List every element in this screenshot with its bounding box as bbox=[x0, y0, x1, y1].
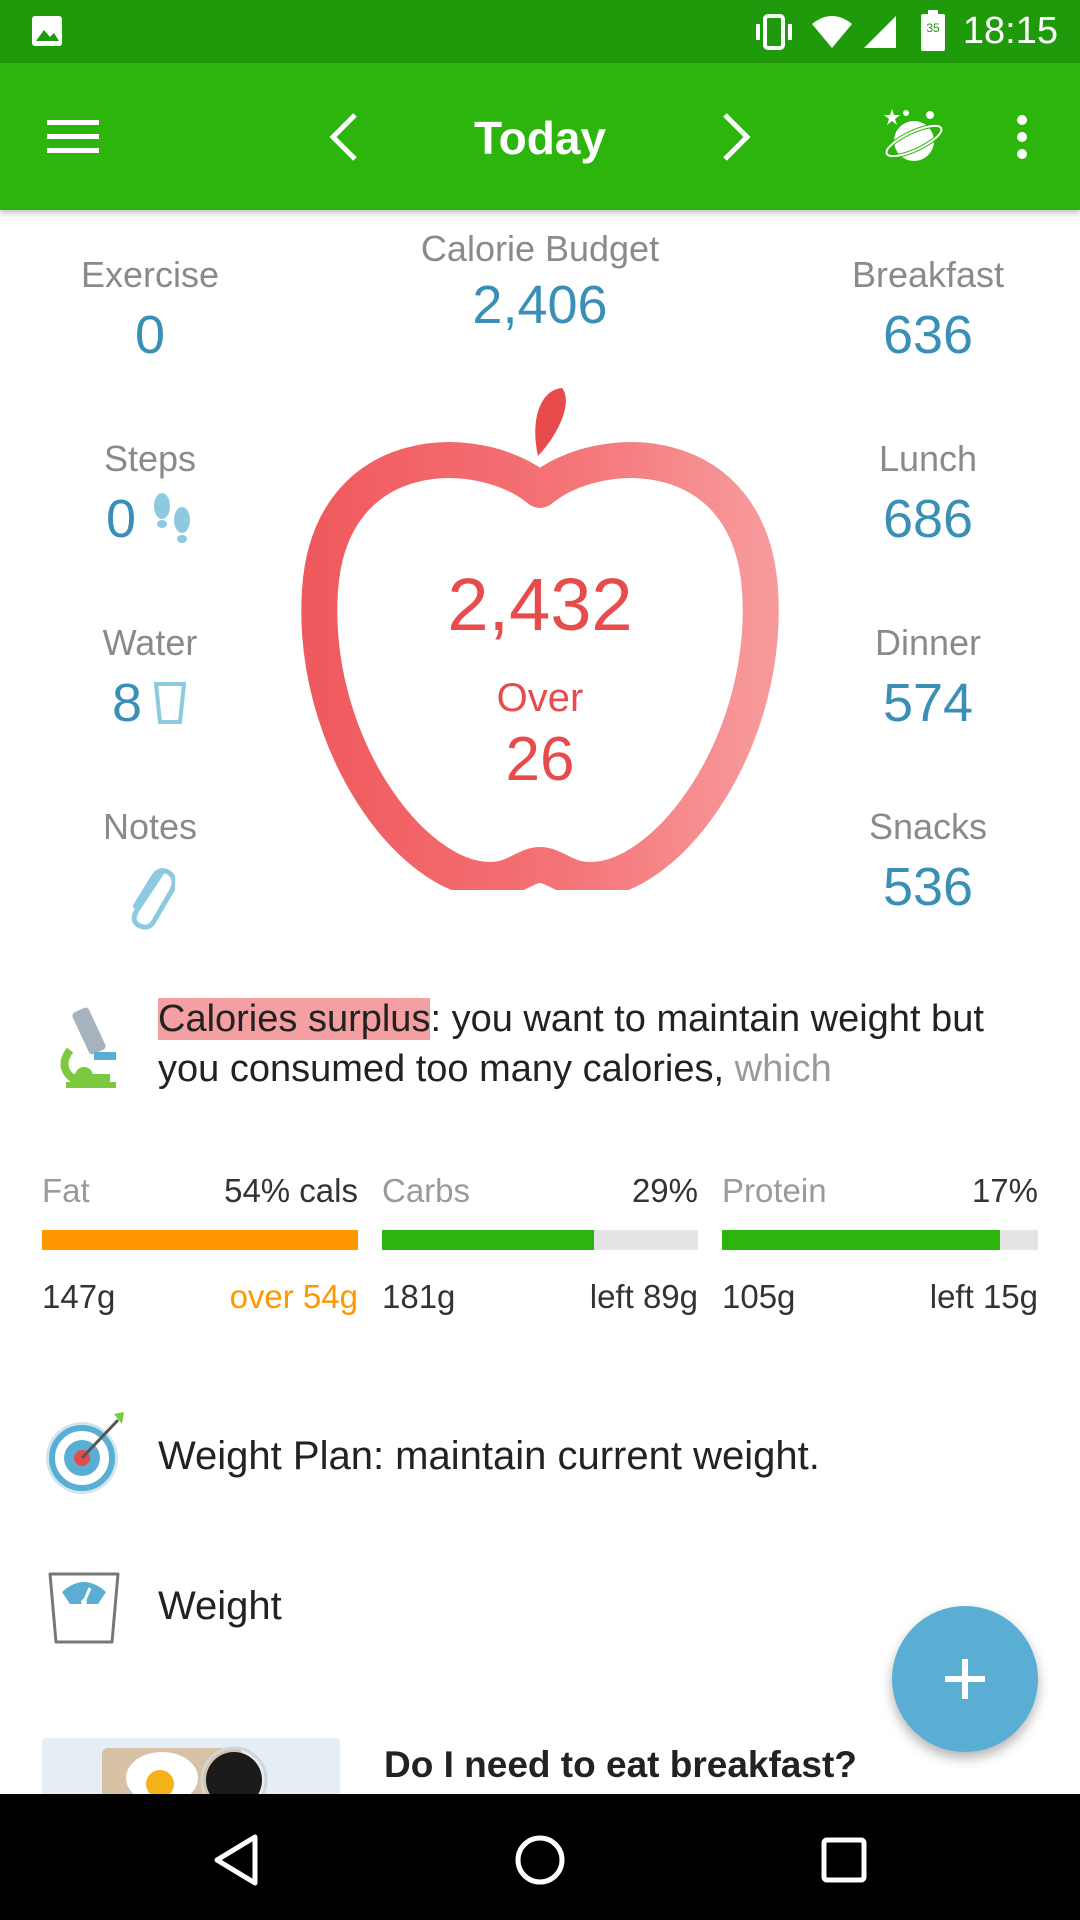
macro-progress-fill bbox=[382, 1230, 594, 1250]
weight-plan-row[interactable]: Weight Plan: maintain current weight. bbox=[0, 1410, 1080, 1510]
consumed-calories: 2,432 bbox=[447, 563, 633, 646]
exercise-stat[interactable]: Exercise 0 bbox=[50, 254, 250, 366]
overflow-menu-button[interactable] bbox=[984, 99, 1060, 175]
dinner-label: Dinner bbox=[874, 622, 982, 663]
exercise-label: Exercise bbox=[80, 254, 220, 295]
calorie-budget-value: 2,406 bbox=[472, 275, 608, 335]
tip-highlight: Calories surplus bbox=[158, 998, 431, 1040]
steps-label: Steps bbox=[103, 438, 197, 479]
macro-progress-bar bbox=[382, 1230, 698, 1250]
home-circle-icon bbox=[515, 1835, 565, 1885]
macro-remaining: over 54g bbox=[229, 1278, 358, 1315]
chevron-left-icon bbox=[329, 113, 357, 161]
notes-stat[interactable]: Notes bbox=[50, 806, 250, 932]
clock: 18:15 bbox=[962, 10, 1058, 52]
water-glass-icon bbox=[153, 682, 187, 724]
steps-stat[interactable]: Steps 0 bbox=[50, 438, 250, 550]
microscope-icon bbox=[60, 1007, 116, 1088]
hamburger-icon bbox=[47, 120, 99, 153]
macro-carbs[interactable]: Carbs 29% 181g left 89g bbox=[382, 1172, 698, 1316]
water-stat[interactable]: Water 8 bbox=[50, 622, 250, 734]
home-button[interactable] bbox=[500, 1820, 580, 1900]
plus-icon bbox=[945, 1659, 985, 1699]
macro-name: Protein bbox=[722, 1172, 827, 1209]
apple-leaf bbox=[535, 388, 566, 456]
macro-remaining: left 15g bbox=[929, 1278, 1038, 1315]
previous-day-button[interactable] bbox=[306, 99, 382, 175]
planet-stars-icon bbox=[884, 109, 944, 161]
article-thumbnail[interactable] bbox=[42, 1738, 340, 1794]
status-bar: 35 18:15 bbox=[0, 0, 1080, 63]
dinner-stat[interactable]: Dinner 574 bbox=[828, 622, 1028, 734]
next-day-button[interactable] bbox=[698, 99, 774, 175]
macro-percent: 54% cals bbox=[224, 1172, 358, 1209]
scale-icon bbox=[48, 1572, 120, 1644]
macro-grams: 181g bbox=[382, 1278, 456, 1315]
snacks-stat[interactable]: Snacks 536 bbox=[828, 806, 1028, 918]
battery-icon: 35 bbox=[921, 10, 945, 51]
macro-remaining: left 89g bbox=[589, 1278, 698, 1315]
calorie-budget[interactable]: Calorie Budget 2,406 bbox=[390, 228, 690, 336]
calorie-budget-label: Calorie Budget bbox=[420, 228, 660, 269]
system-navigation-bar bbox=[0, 1794, 1080, 1920]
macro-name: Fat bbox=[42, 1172, 90, 1209]
macro-name: Carbs bbox=[382, 1172, 471, 1209]
breakfast-image bbox=[42, 1738, 340, 1794]
macro-percent: 17% bbox=[971, 1172, 1038, 1209]
water-label: Water bbox=[102, 622, 198, 663]
recents-square-icon bbox=[821, 1837, 867, 1883]
wifi-icon bbox=[812, 16, 852, 48]
dinner-value: 574 bbox=[882, 673, 974, 733]
tip-faded-text: which bbox=[724, 1048, 832, 1090]
macro-percent: 29% bbox=[631, 1172, 698, 1209]
target-icon bbox=[46, 1412, 124, 1494]
steps-value: 0 bbox=[105, 489, 137, 549]
planet-button[interactable] bbox=[874, 99, 950, 175]
paperclip-icon bbox=[131, 868, 175, 930]
lunch-label: Lunch bbox=[878, 438, 978, 479]
signal-icon bbox=[864, 16, 896, 48]
back-triangle-icon bbox=[214, 1834, 258, 1886]
weight-text: Weight bbox=[158, 1584, 282, 1628]
breakfast-value: 636 bbox=[882, 305, 974, 365]
app-bar: Today bbox=[0, 63, 1080, 210]
footsteps-icon bbox=[154, 493, 191, 543]
macro-progress-fill bbox=[42, 1230, 358, 1250]
lunch-value: 686 bbox=[882, 489, 974, 549]
image-notification-icon bbox=[32, 16, 62, 46]
page-title: Today bbox=[473, 112, 607, 164]
macro-grams: 105g bbox=[722, 1278, 796, 1315]
over-amount: 26 bbox=[505, 725, 575, 794]
macro-grams: 147g bbox=[42, 1278, 116, 1315]
menu-button[interactable] bbox=[35, 99, 111, 175]
macro-progress-bar bbox=[722, 1230, 1038, 1250]
notes-label: Notes bbox=[102, 806, 198, 847]
weight-plan-text: Weight Plan: maintain current weight. bbox=[158, 1434, 820, 1478]
lunch-stat[interactable]: Lunch 686 bbox=[828, 438, 1028, 550]
water-value: 8 bbox=[111, 673, 143, 733]
back-button[interactable] bbox=[196, 1820, 276, 1900]
calorie-tip[interactable]: Calories surplus: you want to maintain w… bbox=[158, 994, 1038, 1094]
exercise-value: 0 bbox=[134, 305, 166, 365]
macro-fat[interactable]: Fat 54% cals 147g over 54g bbox=[42, 1172, 358, 1316]
recents-button[interactable] bbox=[804, 1820, 884, 1900]
battery-level: 35 bbox=[926, 21, 940, 35]
vibrate-icon bbox=[756, 14, 792, 50]
breakfast-stat[interactable]: Breakfast 636 bbox=[828, 254, 1028, 366]
snacks-label: Snacks bbox=[868, 806, 988, 847]
macro-protein[interactable]: Protein 17% 105g left 15g bbox=[722, 1172, 1038, 1316]
more-vertical-icon bbox=[1017, 115, 1027, 159]
over-label: Over bbox=[496, 676, 584, 720]
macro-progress-fill bbox=[722, 1230, 1001, 1250]
snacks-value: 536 bbox=[882, 857, 974, 917]
article-title[interactable]: Do I need to eat breakfast? bbox=[384, 1744, 857, 1786]
macro-progress-bar bbox=[42, 1230, 358, 1250]
breakfast-label: Breakfast bbox=[851, 254, 1005, 295]
chevron-right-icon bbox=[723, 113, 751, 161]
add-entry-button[interactable] bbox=[892, 1606, 1038, 1752]
